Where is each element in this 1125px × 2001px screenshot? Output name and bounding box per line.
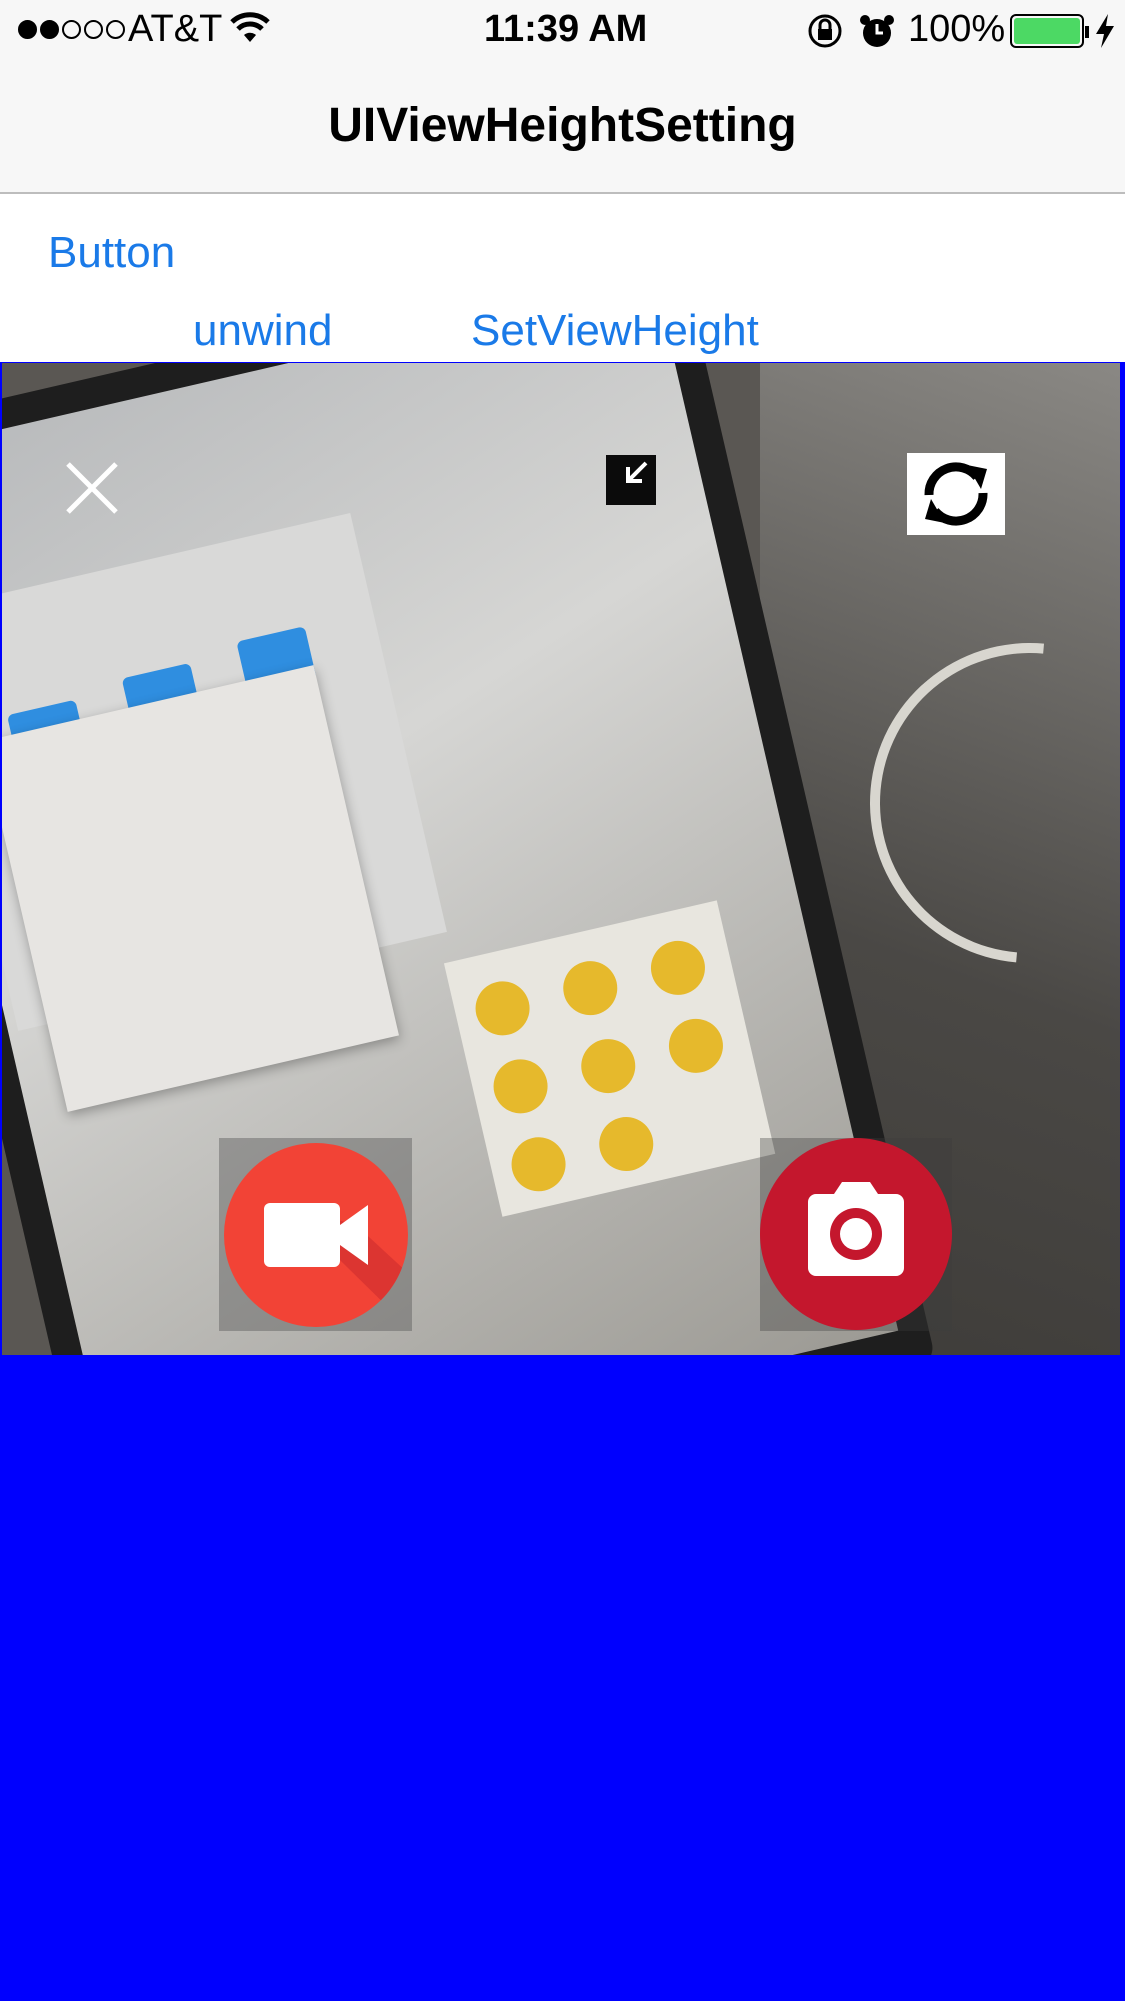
status-time: 11:39 AM <box>484 8 648 50</box>
collapse-icon[interactable] <box>606 455 656 505</box>
page-title: UIViewHeightSetting <box>328 99 797 152</box>
video-record-icon <box>264 1203 408 1327</box>
take-photo-button[interactable] <box>760 1138 952 1330</box>
camera-shutter-icon <box>808 1182 904 1276</box>
record-video-button[interactable] <box>224 1143 408 1327</box>
carrier-label: AT&T <box>128 8 223 50</box>
signal-strength-icon <box>18 20 125 39</box>
close-icon[interactable] <box>60 456 124 520</box>
status-bar: AT&T 11:39 AM 100% <box>0 0 1125 62</box>
wifi-icon <box>230 12 270 42</box>
charging-icon <box>1096 14 1114 48</box>
set-view-height-button[interactable]: SetViewHeight <box>471 306 759 356</box>
alarm-icon <box>860 15 894 47</box>
camera-preview <box>2 363 1120 1355</box>
unwind-button[interactable]: unwind <box>193 306 332 356</box>
battery-icon <box>1010 14 1089 48</box>
navigation-bar: UIViewHeightSetting <box>0 62 1125 194</box>
button-link[interactable]: Button <box>48 228 175 278</box>
rotation-lock-icon <box>808 14 842 48</box>
battery-percent: 100% <box>908 8 1006 50</box>
switch-camera-button[interactable] <box>907 453 1005 535</box>
switch-camera-icon <box>924 462 988 526</box>
controls-area: Button unwind SetViewHeight <box>0 194 1125 362</box>
